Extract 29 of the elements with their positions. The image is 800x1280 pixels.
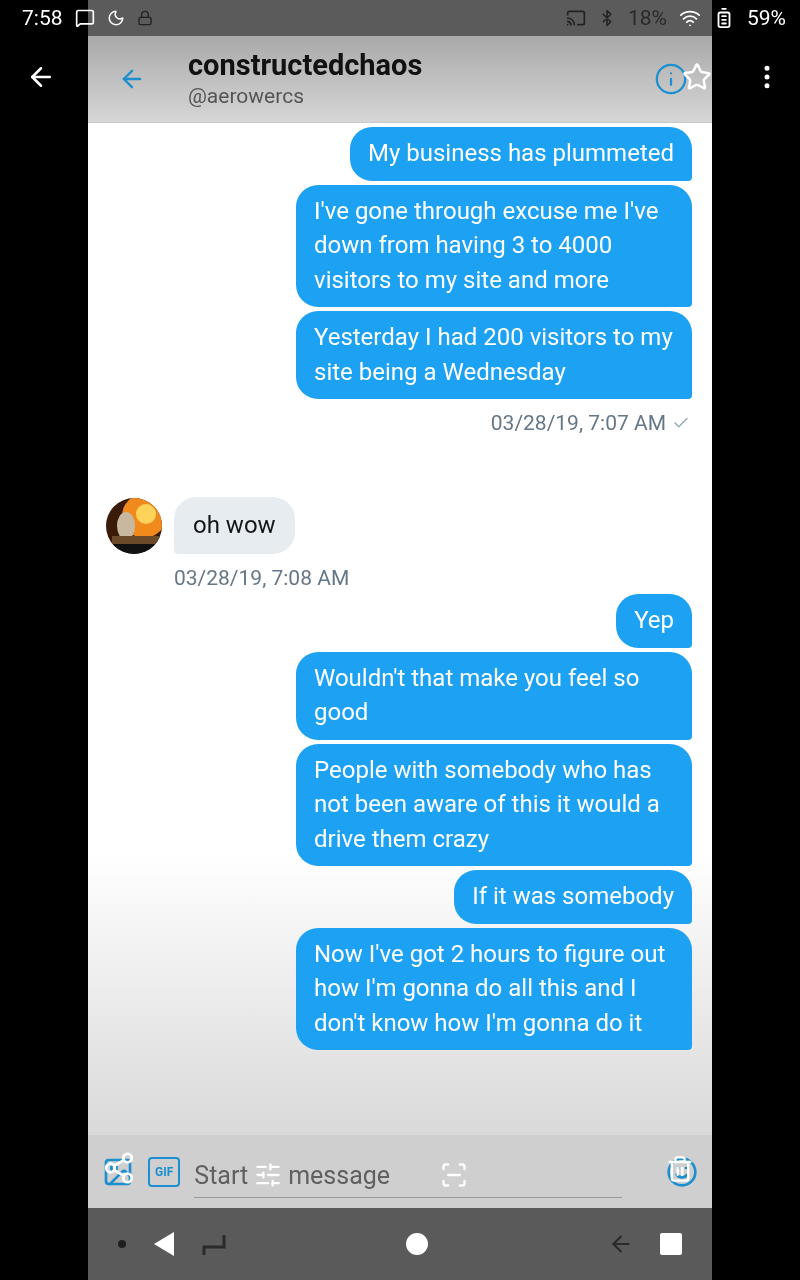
message-bubble: oh wow [174,497,295,554]
back-icon[interactable] [152,1231,176,1257]
message-bubble: Now I've got 2 hours to figure out how I'm gonna do all this and I don't know how I'm gonna do it [296,927,692,1050]
message-bubble: Yep [616,594,692,648]
contact-name: constructedchaos [188,48,424,82]
moon-icon [106,9,125,27]
message-bubble: My business has plummeted [350,127,692,181]
home-icon[interactable] [406,1233,428,1255]
message-bubble: Yesterday I had 200 visitors to my site being a Wednesday [296,311,692,399]
gif-button[interactable]: GIF [148,1156,181,1187]
sliders-icon[interactable] [254,1161,283,1189]
info-icon[interactable] [654,62,688,96]
dot-icon [118,1240,126,1248]
message-bubble: Wouldn't that make you feel so good [296,651,692,740]
timestamp: 03/28/19, 7:08 AM [174,566,350,590]
timestamp: 03/28/19, 7:07 AM [490,411,666,435]
contact-handle: @aerowercs [188,83,305,110]
placeholder-text: message [288,1160,391,1190]
lock-icon [136,10,153,26]
placeholder-text: Start [194,1160,249,1190]
message-bubble: People with somebody who has not been aware of this it would a drive them crazy [296,743,692,866]
battery-level: 59% [747,6,786,30]
message-bubble: If it was somebody [454,870,692,924]
message-bubble: I've gone through excuse me I've down from having 3 to 4000 visitors to my site and more [296,184,692,307]
message-field[interactable]: Start message [194,1153,622,1198]
message-icon [74,8,95,28]
cast-icon [566,8,586,28]
status-time: 7:58 [22,6,63,30]
star-icon[interactable] [682,62,712,92]
